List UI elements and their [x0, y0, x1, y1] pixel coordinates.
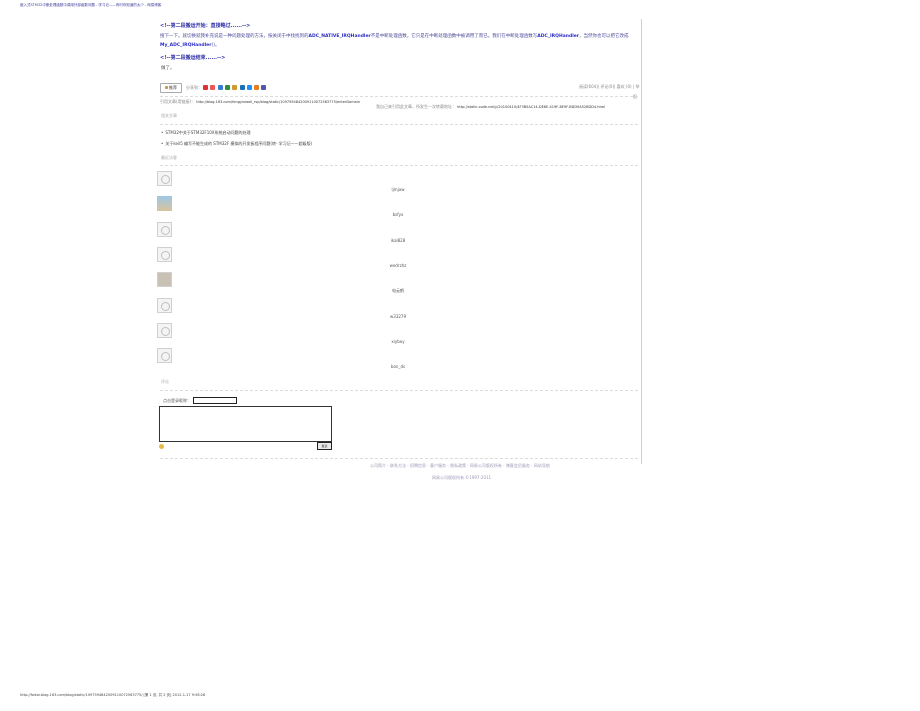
paragraph-text-4: ()。: [211, 43, 220, 48]
related-title: 相关文章: [161, 113, 177, 118]
qzone-icon[interactable]: [210, 85, 216, 90]
comment-textarea[interactable]: [159, 406, 332, 442]
sohu-icon[interactable]: [254, 85, 260, 90]
submit-button[interactable]: 发表: [317, 442, 332, 450]
recommend-button[interactable]: 推荐: [160, 83, 182, 93]
more-icon[interactable]: [261, 85, 267, 90]
content-right-border: [641, 19, 642, 464]
paragraph-text-3: ，当然你也可以把它改成: [579, 34, 629, 39]
paragraph-bold-3: My_ADC_IRQHandler: [160, 43, 212, 48]
article-paragraph: 搜下一下。就切换就我补充说是一种问题处理的方法，按关闭于中找找到的ADC_NAT…: [160, 32, 638, 50]
recommend-label: 推荐: [169, 85, 177, 90]
comments-title: 评论: [161, 379, 169, 384]
footer-copyright: 网易公司版权所有 ©1997-2011: [432, 475, 492, 480]
footer-links[interactable]: 公司简介 - 联系方法 - 招聘信息 - 客户服务 - 隐私政策 - 网易公司版…: [370, 463, 550, 469]
thumb-icon: [165, 86, 168, 89]
divider: [160, 458, 638, 459]
qq-icon[interactable]: [239, 85, 245, 90]
tencent-icon[interactable]: [246, 85, 252, 90]
avatar[interactable]: [157, 222, 172, 237]
visitor-name[interactable]: bsfyx: [382, 212, 414, 217]
visitor-name[interactable]: xiyboy: [382, 339, 414, 344]
trackback-url[interactable]: http://blog.163.com/fengyixiaoli_rsp/blo…: [196, 100, 360, 104]
emoticon-icon[interactable]: [159, 444, 164, 449]
report-link[interactable]: 报: [633, 94, 637, 100]
divider: [160, 165, 638, 166]
visitor-name[interactable]: 电云鹤: [382, 288, 414, 294]
divider: [160, 96, 638, 97]
visitor-name[interactable]: w33279: [382, 314, 414, 319]
renren-icon[interactable]: [217, 85, 223, 90]
source-row: 我自己来引用此文章，所发生一次转载地址： http://static.code.…: [376, 104, 605, 110]
avatar[interactable]: [157, 247, 172, 262]
paragraph-bold-2: ADC_IRQHandler: [537, 34, 580, 39]
divider: [160, 390, 638, 391]
avatar[interactable]: [157, 272, 172, 287]
douban-icon[interactable]: [224, 85, 230, 90]
nickname-input[interactable]: [193, 397, 237, 404]
source-label: 我自己来引用此文章，所发生一次转载地址：: [376, 104, 456, 109]
visitor-name[interactable]: wedrzhz: [382, 263, 414, 268]
page-footer-url: http://fwkai.blog.163.com/blog/static/10…: [20, 693, 206, 697]
visitor-name[interactable]: ikal828: [382, 238, 414, 243]
avatar[interactable]: [157, 171, 172, 186]
related-item[interactable]: STM32中关于STM32F10X系统启动问题的处理: [161, 130, 250, 136]
avatar[interactable]: [157, 323, 172, 338]
avatar[interactable]: [157, 196, 172, 211]
weibo-icon[interactable]: [203, 85, 208, 90]
name-label: 点击登录昵称：: [163, 398, 191, 403]
related-item[interactable]: 关于keil5 编写不能生成的 STM32F 模拟的开发板程序问题(转- 学习记…: [161, 141, 312, 147]
share-label: 分享到：: [186, 85, 202, 90]
paragraph-text: 搜下一下。就切换就我补充说是一种问题处理的方法，按关闭于中找找到的: [160, 34, 309, 39]
divider: [160, 124, 638, 125]
paragraph-bold-1: ADC_NATIVE_IRQHandler: [308, 34, 371, 39]
article-stats: 阅读(604)| 评论(0)| 喜欢 (0) | 举: [579, 84, 640, 89]
page-header-title: 嵌入式STM32中断处理函数中调用外部函数问题 - 学习记——有时你知道的太少 …: [20, 3, 162, 7]
avatar[interactable]: [157, 298, 172, 313]
trackback-row: 引用文章(用链接)： http://blog.163.com/fengyixia…: [160, 99, 360, 105]
article-closing: 做了。: [161, 66, 175, 71]
code-start-marker: <!--第二段搬运开始：直接略过......-->: [160, 23, 251, 29]
code-end-marker: <!--第二段搬运结束......-->: [160, 55, 226, 61]
avatar[interactable]: [157, 348, 172, 363]
trackback-label: 引用文章(用链接)：: [160, 99, 196, 104]
visitors-title: 最近访客: [161, 155, 177, 160]
kaixin-icon[interactable]: [232, 85, 238, 90]
paragraph-text-2: 不是中断处理函数，它只是在中断处理函数中被调用了而已。我们在中断处理函数写: [370, 34, 538, 39]
source-url[interactable]: http://static.code.net/y/20100410/4F3B5A…: [457, 105, 605, 109]
visitor-name[interactable]: bon_ds: [382, 364, 414, 369]
visitor-name[interactable]: ljmjaw: [382, 187, 414, 192]
